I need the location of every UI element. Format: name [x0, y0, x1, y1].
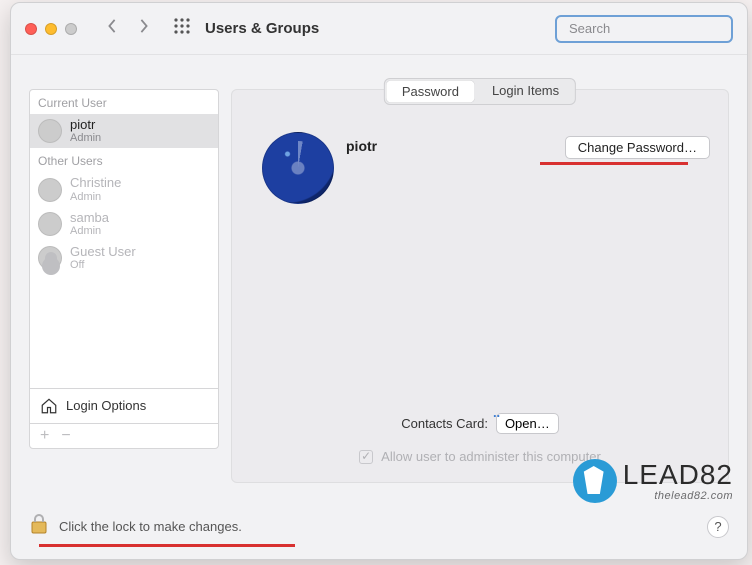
open-contacts-button[interactable]: Open…	[496, 413, 559, 434]
house-icon	[40, 397, 58, 415]
main-user-name: piotr	[346, 138, 377, 154]
search-field[interactable]	[555, 15, 733, 43]
watermark-brand: LEAD82	[623, 461, 733, 489]
window-controls	[25, 23, 77, 35]
show-all-icon[interactable]	[173, 17, 191, 40]
avatar-icon	[38, 246, 62, 270]
system-preferences-window: Users & Groups Current User piotr Admin …	[10, 2, 748, 560]
sidebar-item-current-user[interactable]: piotr Admin	[30, 114, 218, 148]
forward-button[interactable]	[137, 19, 151, 38]
sidebar-user-role: Admin	[70, 191, 121, 203]
back-button[interactable]	[105, 19, 119, 38]
change-password-button[interactable]: Change Password…	[565, 136, 710, 159]
sidebar-user-name: Christine	[70, 176, 121, 190]
lock-text: Click the lock to make changes.	[59, 519, 242, 534]
sidebar-item-guest-user[interactable]: Guest User Off	[30, 241, 218, 275]
sidebar-item-user-samba[interactable]: samba Admin	[30, 207, 218, 241]
footer: Click the lock to make changes. ?	[29, 512, 729, 541]
close-window-button[interactable]	[25, 23, 37, 35]
admin-checkbox	[359, 450, 373, 464]
current-user-section-label: Current User	[30, 90, 218, 114]
login-options-button[interactable]: Login Options	[30, 388, 218, 423]
sidebar-user-name: samba	[70, 211, 109, 225]
add-remove-bar: + −	[30, 423, 218, 448]
titlebar: Users & Groups	[11, 3, 747, 55]
add-user-button[interactable]: +	[36, 428, 53, 444]
tab-login-items[interactable]: Login Items	[476, 79, 575, 104]
tab-bar: Password Login Items	[384, 78, 576, 105]
navigation-arrows	[105, 19, 151, 38]
main-panel: Password Login Items piotr Change Passwo…	[231, 89, 729, 483]
help-button[interactable]: ?	[707, 516, 729, 538]
avatar-icon	[38, 212, 62, 236]
watermark-site: thelead82.com	[654, 491, 733, 502]
lock-icon[interactable]	[29, 512, 49, 541]
avatar-icon	[38, 178, 62, 202]
sidebar-user-role: Admin	[70, 132, 101, 144]
sidebar-item-user-christine[interactable]: Christine Admin	[30, 172, 218, 206]
tab-password[interactable]: Password	[386, 80, 475, 103]
contacts-card-label: Contacts Card:	[401, 416, 488, 431]
sidebar-user-role: Off	[70, 259, 136, 271]
zoom-window-button[interactable]	[65, 23, 77, 35]
admin-checkbox-label: Allow user to administer this computer	[381, 449, 601, 464]
watermark-logo-icon	[573, 459, 617, 503]
sidebar-user-role: Admin	[70, 225, 109, 237]
minimize-window-button[interactable]	[45, 23, 57, 35]
remove-user-button[interactable]: −	[57, 428, 74, 444]
search-input[interactable]	[569, 21, 745, 36]
sidebar-user-name: piotr	[70, 118, 101, 132]
users-sidebar: Current User piotr Admin Other Users Chr…	[29, 89, 219, 449]
other-users-section-label: Other Users	[30, 148, 218, 172]
avatar-icon	[38, 119, 62, 143]
login-options-label: Login Options	[66, 398, 146, 413]
watermark: LEAD82 thelead82.com	[573, 459, 733, 503]
annotation-underline	[540, 162, 688, 165]
window-title: Users & Groups	[205, 20, 319, 37]
sidebar-user-name: Guest User	[70, 245, 136, 259]
annotation-underline	[39, 544, 295, 547]
user-avatar[interactable]	[262, 132, 334, 204]
